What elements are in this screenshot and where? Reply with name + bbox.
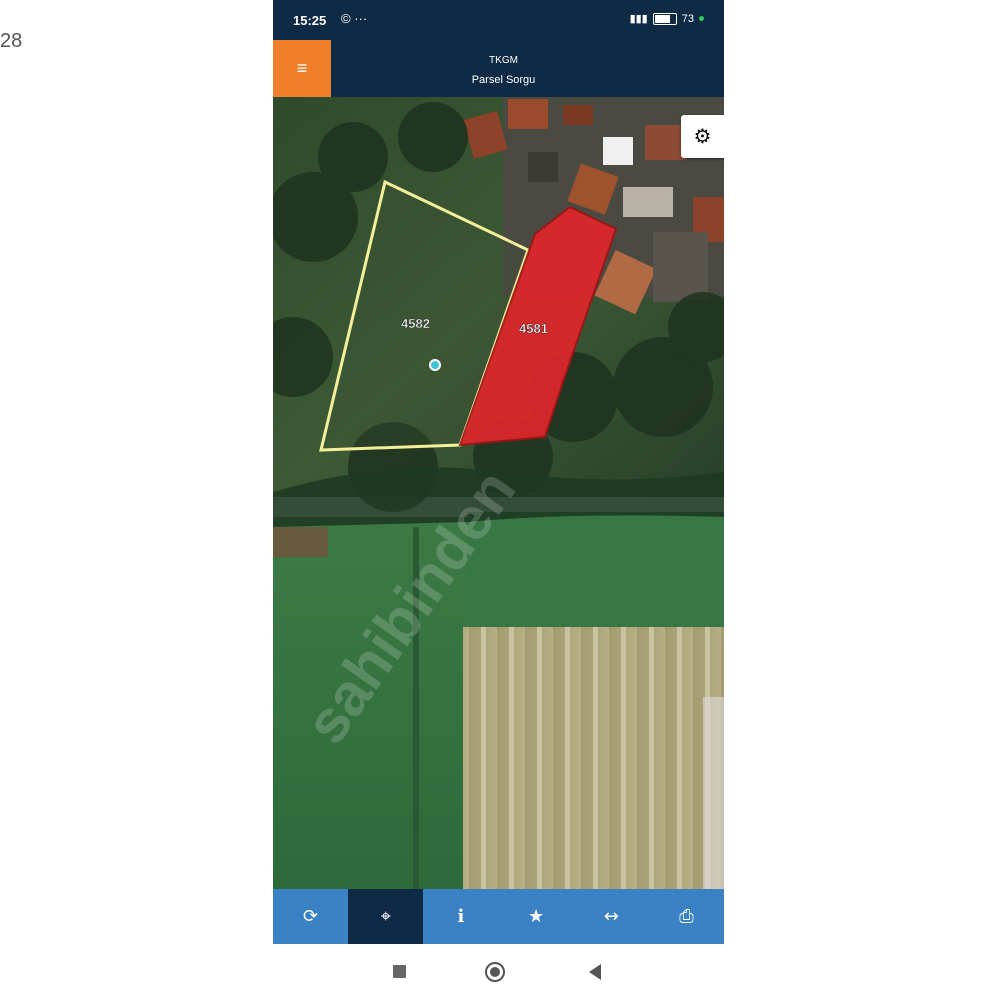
system-nav-bar bbox=[273, 944, 724, 1000]
phone-screen: 15:25 © ··· ▮▮▮ 73 ≡ TKGM Parsel Sorgu s… bbox=[273, 0, 724, 1000]
info-icon: i bbox=[457, 906, 465, 927]
plowed-field bbox=[463, 627, 724, 889]
refresh-button[interactable]: ⟳ bbox=[273, 889, 348, 944]
parcel-4581-label: 4581 bbox=[519, 321, 548, 336]
locate-button[interactable]: ⌖ bbox=[348, 889, 424, 944]
settings-button[interactable]: ⚙ bbox=[681, 115, 724, 158]
gear-icon: ⚙ bbox=[693, 126, 712, 148]
status-time: 15:25 bbox=[293, 13, 327, 28]
green-field-right bbox=[468, 512, 724, 627]
page-corner-number: 28 bbox=[0, 30, 23, 52]
menu-button[interactable]: ≡ bbox=[273, 40, 331, 97]
charging-dot-icon bbox=[699, 16, 704, 21]
recents-icon[interactable] bbox=[393, 965, 406, 978]
bottom-toolbar: ⟳ ⌖ i ★ ↔ ⎙ bbox=[273, 889, 724, 944]
parcel-4582-label: 4582 bbox=[401, 316, 430, 331]
status-indicators: ▮▮▮ 73 bbox=[630, 12, 704, 25]
refresh-icon: ⟳ bbox=[303, 906, 319, 927]
locate-icon: ⌖ bbox=[380, 906, 391, 927]
battery-icon bbox=[652, 12, 677, 25]
app-header: ≡ TKGM Parsel Sorgu bbox=[273, 40, 724, 97]
print-button[interactable]: ⎙ bbox=[649, 889, 724, 944]
favorite-button[interactable]: ★ bbox=[499, 889, 574, 944]
battery-percent: 73 bbox=[681, 12, 694, 25]
app-title: TKGM bbox=[489, 55, 518, 66]
satellite-map[interactable]: sahibinden 4582 4581 bbox=[273, 97, 724, 889]
status-bar: 15:25 © ··· ▮▮▮ 73 bbox=[273, 0, 724, 40]
back-icon[interactable] bbox=[589, 964, 601, 980]
measure-icon: ↔ bbox=[603, 906, 619, 927]
star-icon: ★ bbox=[528, 906, 545, 927]
signal-icon: ▮▮▮ bbox=[629, 13, 648, 25]
measure-button[interactable]: ↔ bbox=[574, 889, 649, 944]
location-marker-icon bbox=[429, 359, 441, 371]
app-subtitle: Parsel Sorgu bbox=[471, 74, 536, 86]
print-icon: ⎙ bbox=[679, 906, 694, 927]
notification-icons: © ··· bbox=[341, 11, 368, 26]
home-icon[interactable] bbox=[485, 962, 505, 982]
info-button[interactable]: i bbox=[423, 889, 498, 944]
